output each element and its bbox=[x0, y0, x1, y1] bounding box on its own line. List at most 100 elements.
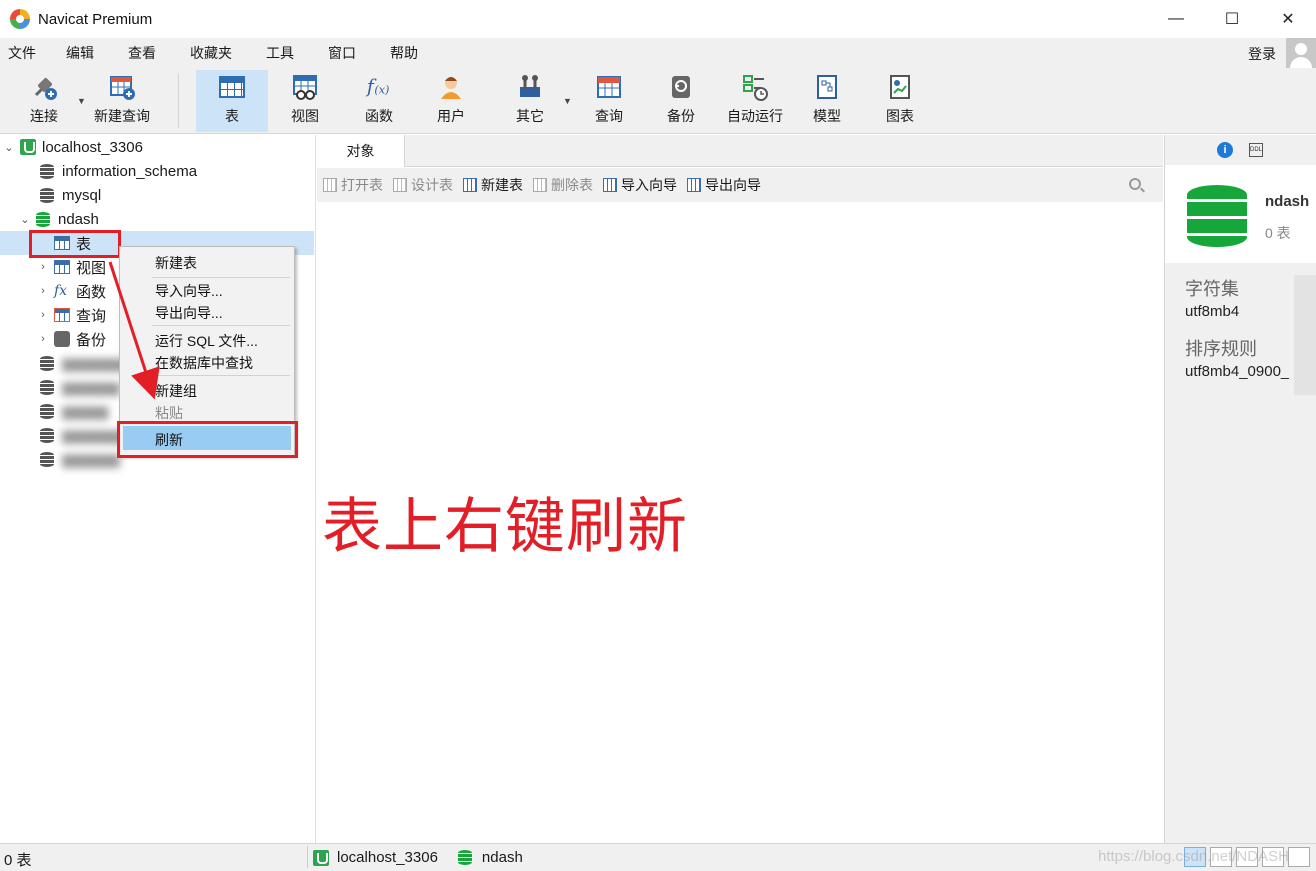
model-label: 模型 bbox=[813, 108, 841, 124]
window-title: Navicat Premium bbox=[38, 10, 153, 28]
automation-button[interactable]: 自动运行 bbox=[722, 70, 788, 132]
search-icon[interactable] bbox=[1129, 178, 1141, 190]
query-button[interactable]: 查询 bbox=[578, 70, 640, 132]
ctx-import-wizard[interactable]: 导入向导... bbox=[155, 281, 223, 301]
ctx-find-in-database[interactable]: 在数据库中查找 bbox=[155, 353, 253, 373]
action-label: 设计表 bbox=[411, 177, 453, 193]
function-label: 函数 bbox=[365, 108, 393, 124]
annotation-box-refresh bbox=[117, 421, 298, 458]
table-button[interactable]: 表 bbox=[196, 70, 268, 132]
status-divider bbox=[307, 846, 308, 868]
new-table-icon bbox=[463, 178, 477, 192]
info-scrollbar[interactable] bbox=[1294, 275, 1316, 395]
collation-value: utf8mb4_0900_ai_ci bbox=[1185, 363, 1289, 380]
status-connection: localhost_3306 ndash bbox=[313, 849, 523, 866]
db-name: information_schema bbox=[62, 162, 198, 180]
export-icon bbox=[687, 178, 701, 192]
others-button[interactable]: 其它 bbox=[498, 70, 562, 132]
connect-button[interactable]: 连接 bbox=[14, 70, 74, 132]
tree-node-functions[interactable]: › fx 函数 bbox=[36, 279, 106, 303]
panel-toggle-button[interactable] bbox=[1288, 847, 1310, 867]
node-label: 备份 bbox=[76, 331, 107, 349]
action-label: 导出向导 bbox=[705, 177, 761, 193]
model-icon bbox=[813, 73, 841, 101]
tree-connection[interactable]: ⌄ localhost_3306 bbox=[0, 135, 143, 159]
new-query-button[interactable]: 新建查询 bbox=[88, 70, 156, 132]
node-label: 视图 bbox=[76, 259, 107, 277]
chart-button[interactable]: 图表 bbox=[870, 70, 930, 132]
model-button[interactable]: 模型 bbox=[798, 70, 856, 132]
menu-edit[interactable]: 编辑 bbox=[58, 43, 94, 63]
design-table-button[interactable]: 设计表 bbox=[393, 175, 453, 195]
query-icon bbox=[595, 73, 623, 101]
menu-tools[interactable]: 工具 bbox=[258, 43, 294, 63]
function-button[interactable]: f (x) 函数 bbox=[348, 70, 410, 132]
ctx-new-table[interactable]: 新建表 bbox=[155, 253, 197, 273]
tree-db-hidden[interactable]: ▆▆▆▆▆ bbox=[36, 447, 120, 471]
new-table-button[interactable]: 新建表 bbox=[463, 175, 523, 195]
others-label: 其它 bbox=[516, 108, 544, 124]
view-icon bbox=[54, 260, 70, 274]
tree-node-views[interactable]: › 视图 bbox=[36, 255, 106, 279]
open-table-button[interactable]: 打开表 bbox=[323, 175, 383, 195]
connect-dropdown-icon[interactable]: ▼ bbox=[77, 96, 86, 106]
tree-db-hidden[interactable]: ▆▆▆▆▆ bbox=[36, 375, 120, 399]
menu-view[interactable]: 查看 bbox=[120, 43, 156, 63]
action-label: 打开表 bbox=[341, 177, 383, 193]
chevron-right-icon[interactable]: › bbox=[36, 309, 50, 321]
view-label: 视图 bbox=[291, 108, 319, 124]
tree-node-queries[interactable]: › 查询 bbox=[36, 303, 106, 327]
maximize-button[interactable]: ☐ bbox=[1204, 0, 1260, 38]
plug-icon bbox=[30, 73, 58, 101]
delete-table-button[interactable]: 删除表 bbox=[533, 175, 593, 195]
function-icon: fx bbox=[54, 283, 68, 299]
tree-db-mysql[interactable]: mysql bbox=[36, 183, 101, 207]
ctx-new-group[interactable]: 新建组 bbox=[155, 381, 197, 401]
chart-label: 图表 bbox=[886, 108, 914, 124]
chevron-right-icon[interactable]: › bbox=[36, 261, 50, 273]
automation-label: 自动运行 bbox=[727, 108, 783, 124]
node-label: 函数 bbox=[76, 283, 107, 301]
tab-label: 对象 bbox=[346, 143, 375, 159]
info-icon[interactable]: i bbox=[1217, 142, 1233, 158]
ctx-paste: 粘贴 bbox=[155, 405, 183, 421]
database-icon bbox=[457, 850, 472, 865]
connect-label: 连接 bbox=[30, 108, 58, 124]
avatar[interactable] bbox=[1286, 38, 1316, 68]
action-label: 导入向导 bbox=[621, 177, 677, 193]
minimize-button[interactable]: — bbox=[1148, 0, 1204, 38]
others-dropdown-icon[interactable]: ▼ bbox=[563, 96, 572, 106]
delete-table-icon bbox=[533, 178, 547, 192]
ddl-icon[interactable]: DDL bbox=[1249, 143, 1263, 157]
export-wizard-button[interactable]: 导出向导 bbox=[687, 175, 761, 195]
window-controls: — ☐ ✕ bbox=[1148, 0, 1316, 38]
tree-db-information-schema[interactable]: information_schema bbox=[36, 159, 197, 183]
chevron-down-icon[interactable]: ⌄ bbox=[2, 141, 16, 154]
menu-help[interactable]: 帮助 bbox=[382, 43, 418, 63]
tab-objects[interactable]: 对象 bbox=[317, 135, 405, 167]
menu-favorites[interactable]: 收藏夹 bbox=[182, 43, 232, 63]
main-toolbar: 连接 ▼ 新建查询 表 视图 f (x) 函数 用户 其它 ▼ 查询 备份 自动… bbox=[0, 68, 1316, 134]
design-table-icon bbox=[393, 178, 407, 192]
tree-node-backups[interactable]: › 备份 bbox=[36, 327, 106, 351]
menu-window[interactable]: 窗口 bbox=[320, 43, 356, 63]
ctx-export-wizard[interactable]: 导出向导... bbox=[155, 303, 223, 323]
connection-icon bbox=[20, 139, 36, 155]
menu-divider bbox=[152, 375, 290, 376]
tree-db-hidden[interactable]: ▆▆▆▆ bbox=[36, 399, 108, 423]
blurred-text: ▆▆▆▆▆ bbox=[62, 379, 120, 396]
view-button[interactable]: 视图 bbox=[274, 70, 336, 132]
tree-db-ndash[interactable]: ⌄ ndash bbox=[18, 207, 98, 231]
backup-button[interactable]: 备份 bbox=[650, 70, 712, 132]
chevron-down-icon[interactable]: ⌄ bbox=[18, 213, 32, 226]
user-button[interactable]: 用户 bbox=[420, 70, 482, 132]
connection-icon bbox=[313, 849, 329, 866]
menu-file[interactable]: 文件 bbox=[0, 43, 36, 63]
login-link[interactable]: 登录 bbox=[1248, 44, 1276, 64]
db-name: mysql bbox=[62, 186, 102, 204]
chevron-right-icon[interactable]: › bbox=[36, 333, 50, 345]
chevron-right-icon[interactable]: › bbox=[36, 285, 50, 297]
ctx-run-sql-file[interactable]: 运行 SQL 文件... bbox=[155, 331, 258, 351]
import-wizard-button[interactable]: 导入向导 bbox=[603, 175, 677, 195]
close-button[interactable]: ✕ bbox=[1260, 0, 1316, 38]
